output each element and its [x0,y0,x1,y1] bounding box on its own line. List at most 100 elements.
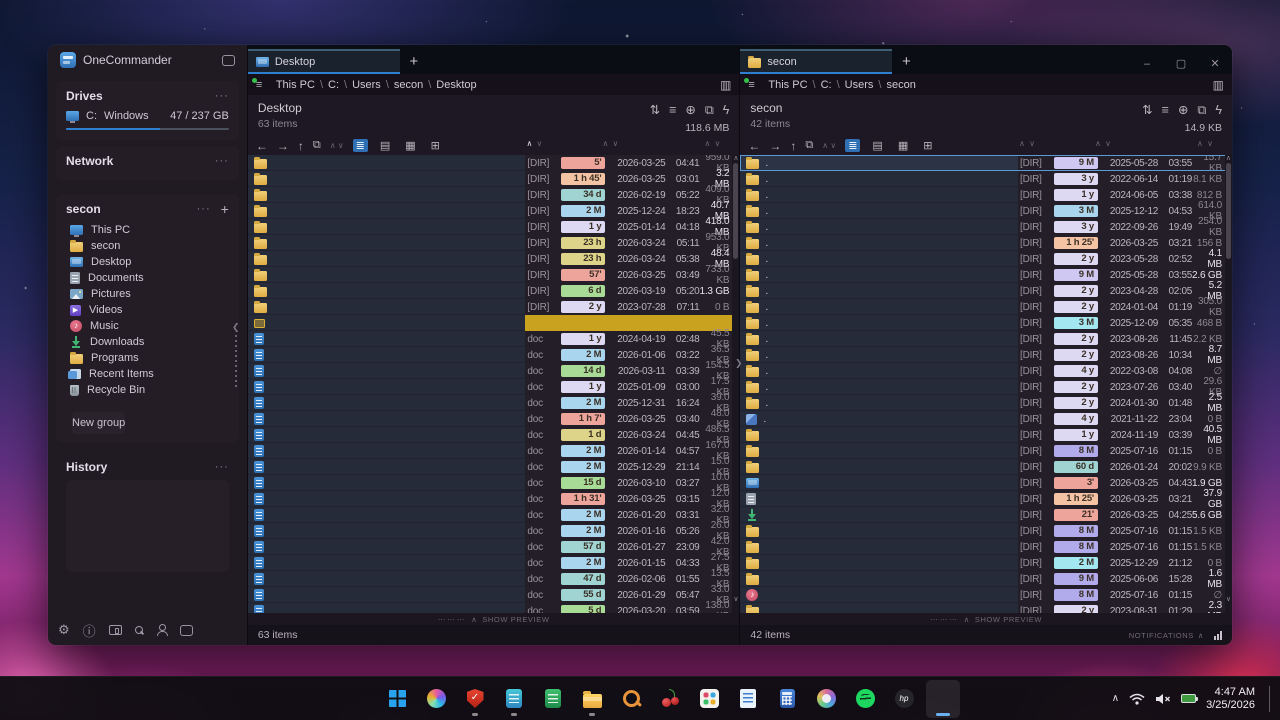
file-row[interactable]: doc2 M2026-01-2003:3132.0 KB [248,507,740,523]
window-layout-icon[interactable] [180,625,193,636]
file-row[interactable]: .[DIR]2 y2023-05-2802:524.1 MB [740,251,1232,267]
sort-name-toggle[interactable]: ∧ ∨ [526,139,543,148]
file-row[interactable]: [DIR]21'2026-03-2504:255.6 GB [740,507,1232,523]
taskbar-calculator-icon[interactable] [770,680,804,718]
notifications-toggle[interactable]: NOTIFICATIONS∧ [1129,631,1222,640]
taskbar-paint-icon[interactable] [809,680,843,718]
file-row[interactable]: .[DIR]3 M2025-12-0905:35468 B [740,315,1232,331]
file-row[interactable]: [DIR]8 M2025-07-1601:151.5 KB [740,539,1232,555]
taskbar-explorer-icon[interactable] [575,680,609,718]
new-tab-button[interactable]: + [400,53,428,74]
actions-icon[interactable]: ϟ [723,103,730,117]
view-list-button-right[interactable]: ≣ [845,139,860,152]
file-row[interactable]: .[DIR]1 y2024-06-0503:38812 B [740,187,1232,203]
file-row[interactable] [248,315,740,331]
file-row[interactable]: [DIR]57'2026-03-2503:49733.0 KB [248,267,740,283]
back-button-right[interactable]: ← [748,139,760,153]
maximize-button[interactable]: ▢ [1164,57,1198,70]
file-row[interactable]: .[DIR]3 M2025-12-1204:53614.0 KB [740,203,1232,219]
sort-name-toggle-right[interactable]: ∧ ∨ [1019,139,1036,148]
breadcrumb-segment[interactable]: C: [821,79,832,91]
taskbar-notepad-icon[interactable] [731,680,765,718]
file-row[interactable]: doc2 M2026-01-1404:57167.0 KB [248,443,740,459]
file-row[interactable]: doc55 d2026-01-2905:4733.0 KB [248,587,740,603]
tab-secon[interactable]: secon [740,49,892,74]
sort-date-toggle-right[interactable]: ∧ ∨ [1095,139,1112,148]
sort-icon[interactable]: ⇅ [650,103,660,117]
favorites-add-button[interactable]: + [221,204,229,214]
tray-overflow-chevron-icon[interactable]: ∧ [1112,693,1119,704]
file-row[interactable]: ♪[DIR]8 M2025-07-1601:15∅ [740,587,1232,603]
file-row[interactable]: .[DIR]9 M2025-05-2803:5515.7 KB [740,155,1232,171]
volume-muted-icon[interactable] [1155,693,1171,705]
up-button[interactable]: ↑ [298,139,304,153]
file-row[interactable]: [DIR]2 M2025-12-2418:2340.7 MB [248,203,740,219]
collapse-all-button[interactable]: ∧ ∨ [330,141,344,150]
file-row[interactable]: .[DIR]9 M2025-05-2803:552.6 GB [740,267,1232,283]
drives-menu-button[interactable]: ··· [215,90,229,102]
file-row[interactable]: doc57 d2026-01-2723:0942.0 KB [248,539,740,555]
actions-icon-right[interactable]: ϟ [1215,103,1222,117]
wifi-icon[interactable] [1129,693,1145,705]
breadcrumb[interactable]: This PC\C:\Users\secon\Desktop [276,79,713,91]
search-icon[interactable] [135,626,144,635]
forward-button-right[interactable]: → [769,139,781,153]
file-row[interactable]: doc2 M2026-01-1504:3327.5 KB [248,555,740,571]
breadcrumb-segment[interactable]: This PC [768,79,807,91]
taskbar-spotify-icon[interactable] [848,680,882,718]
file-row[interactable]: [DIR]1 y2025-01-1404:18418.0 MB [248,219,740,235]
file-row[interactable]: .[DIR]4 y2021-11-2223:040 B [740,411,1232,427]
file-row[interactable]: [DIR]8 M2025-07-1601:150 B [740,443,1232,459]
breadcrumb-segment[interactable]: Users [352,79,381,91]
filter-list-icon-right[interactable]: ≡ [1162,103,1169,117]
forward-button[interactable]: → [277,139,289,153]
sort-icon-right[interactable]: ⇅ [1142,103,1152,117]
collapse-all-button-right[interactable]: ∧ ∨ [822,141,836,150]
file-row[interactable]: [DIR]23 h2026-03-2405:11953.0 KB [248,235,740,251]
breadcrumb-right[interactable]: This PC\C:\Users\secon [768,79,1205,91]
back-button[interactable]: ← [256,139,268,153]
sidebar-item-desktop[interactable]: Desktop [64,254,231,270]
copy-path-icon-right[interactable]: ⧉ [1197,103,1206,117]
file-row[interactable]: doc15 d2026-03-1003:2710.0 KB [248,475,740,491]
sidebar-item-pictures[interactable]: Pictures [64,286,231,302]
taskbar-cherry-icon[interactable] [653,680,687,718]
file-row[interactable]: doc1 y2024-04-1902:4845.5 KB [248,331,740,347]
file-row[interactable]: doc14 d2026-03-1103:39154.5 KB [248,363,740,379]
file-row[interactable]: [DIR]1 h 45'2026-03-2503:013.2 MB [248,171,740,187]
file-row[interactable]: [DIR]23 h2026-03-2405:3848.4 MB [248,251,740,267]
breadcrumb-segment[interactable]: secon [394,79,423,91]
pane-expand-handle[interactable]: ❯ [735,358,743,369]
columns-view-icon[interactable]: ▥ [720,78,731,92]
license-card-icon[interactable] [109,625,122,635]
file-row[interactable]: .[DIR]3 y2022-09-2619:49254.0 KB [740,219,1232,235]
breadcrumb-segment[interactable]: secon [886,79,915,91]
taskbar-sheets-icon[interactable] [536,680,570,718]
file-row[interactable]: doc2 M2026-01-0603:2236.5 KB [248,347,740,363]
file-row[interactable]: [DIR]1 y2024-11-1903:3940.5 MB [740,427,1232,443]
view-tiles-button[interactable]: ▤ [377,139,393,152]
file-row[interactable]: [DIR]9 M2025-06-0615:281.6 MB [740,571,1232,587]
sidebar-item-recycle-bin[interactable]: Recycle Bin [64,382,231,398]
view-details-button-right[interactable]: ▦ [895,139,911,152]
file-row[interactable]: doc1 h 31'2026-03-2503:1512.0 KB [248,491,740,507]
clipboard-button-right[interactable]: ⧉ [805,139,813,152]
file-row[interactable]: doc5 d2026-03-2003:59138.0 KB [248,603,740,613]
sort-date-toggle[interactable]: ∧ ∨ [602,139,619,148]
drive-item-c[interactable]: C: Windows 47 / 237 GB [62,105,233,125]
breadcrumb-segment[interactable]: Users [845,79,874,91]
taskbar-copilot-icon[interactable] [419,680,453,718]
new-item-icon-right[interactable]: ⊕ [1178,103,1188,117]
sort-size-toggle-right[interactable]: ∧ ∨ [1197,139,1214,148]
filter-list-icon[interactable]: ≡ [669,103,676,117]
file-row[interactable]: [DIR]6 d2026-03-1905:201.3 GB [248,283,740,299]
file-row[interactable]: [DIR]34 d2026-02-1905:22409.0 KB [248,187,740,203]
file-row[interactable]: [DIR]2 M2025-12-2921:120 B [740,555,1232,571]
file-row[interactable]: [DIR]2 y2023-07-2807:110 B [248,299,740,315]
file-row[interactable]: .[DIR]2 y2023-04-2802:055.2 MB [740,283,1232,299]
breadcrumb-menu-icon-right[interactable]: ≡ [748,80,761,90]
sidebar-collapse-handle[interactable]: ❮ [232,322,240,389]
file-row[interactable]: .[DIR]2 y2024-01-3001:482.5 MB [740,395,1232,411]
file-row[interactable]: .[DIR]4 y2022-03-0804:08∅ [740,363,1232,379]
sidebar-item-programs[interactable]: Programs [64,350,231,366]
